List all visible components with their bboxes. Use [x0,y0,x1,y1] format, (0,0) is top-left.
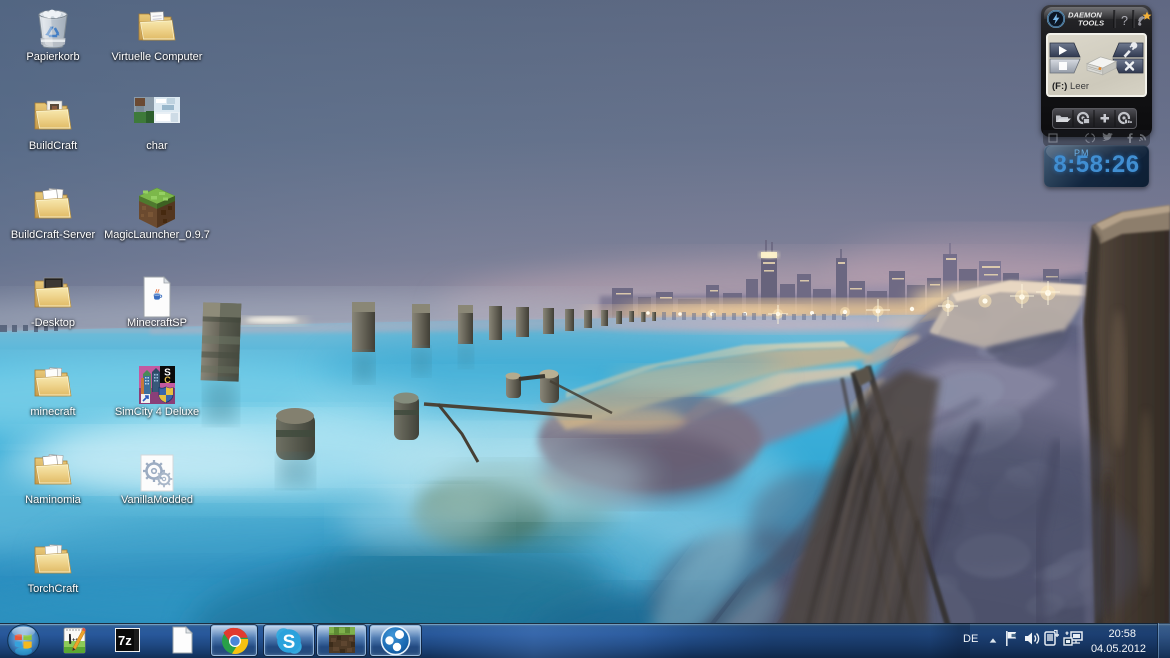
svg-text:(F:): (F:) [1052,81,1067,92]
svg-text:Leer: Leer [1070,81,1089,92]
svg-text:C: C [164,375,171,385]
svg-text:TOOLS: TOOLS [1078,19,1104,28]
svg-text:?: ? [1121,14,1128,28]
svg-text:7z: 7z [118,633,132,648]
svg-text:S: S [283,632,296,653]
